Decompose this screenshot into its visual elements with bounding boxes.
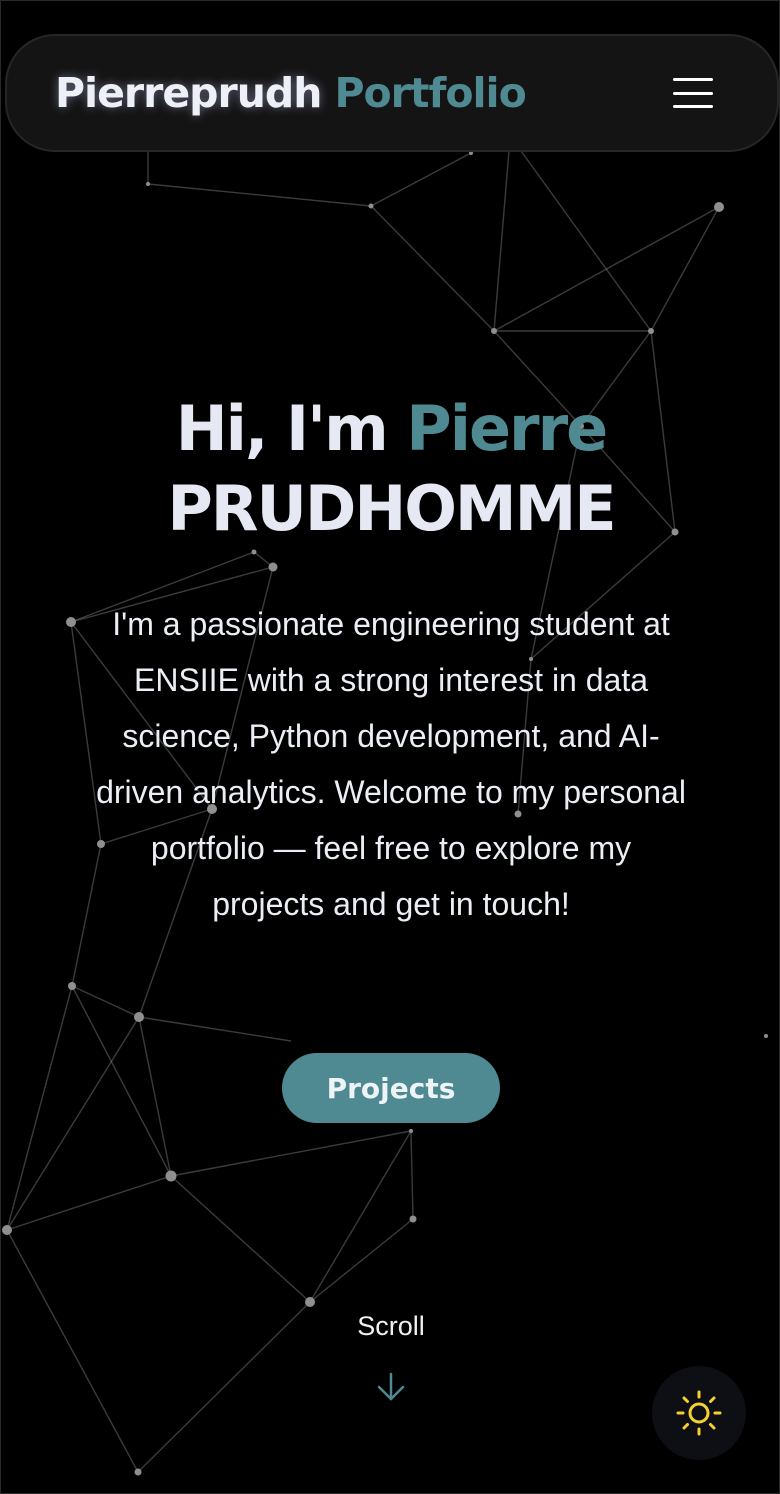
navbar: Pierreprudh Portfolio [5, 34, 779, 152]
hero-last-name: PRUDHOMME [167, 472, 616, 545]
theme-toggle-button[interactable] [652, 1366, 746, 1460]
arrow-down-icon[interactable] [373, 1369, 409, 1405]
hamburger-menu-icon[interactable] [673, 78, 713, 108]
hero-description: I'm a passionate engineering student at … [96, 606, 686, 922]
scroll-label[interactable]: Scroll [341, 1311, 441, 1342]
menu-line [673, 91, 713, 95]
sun-icon [676, 1390, 722, 1436]
menu-line [673, 78, 713, 81]
hero-greeting: Hi, I'm [175, 392, 389, 465]
brand-logo-link[interactable]: Pierreprudh Portfolio [55, 69, 527, 117]
brand-accent: Portfolio [334, 69, 526, 117]
hero-first-name: Pierre [406, 392, 608, 465]
projects-button[interactable]: Projects [282, 1053, 500, 1123]
hero-title: Hi, I'm Pierre PRUDHOMME [1, 389, 780, 549]
menu-line [673, 105, 713, 108]
brand-name: Pierreprudh [55, 69, 322, 117]
